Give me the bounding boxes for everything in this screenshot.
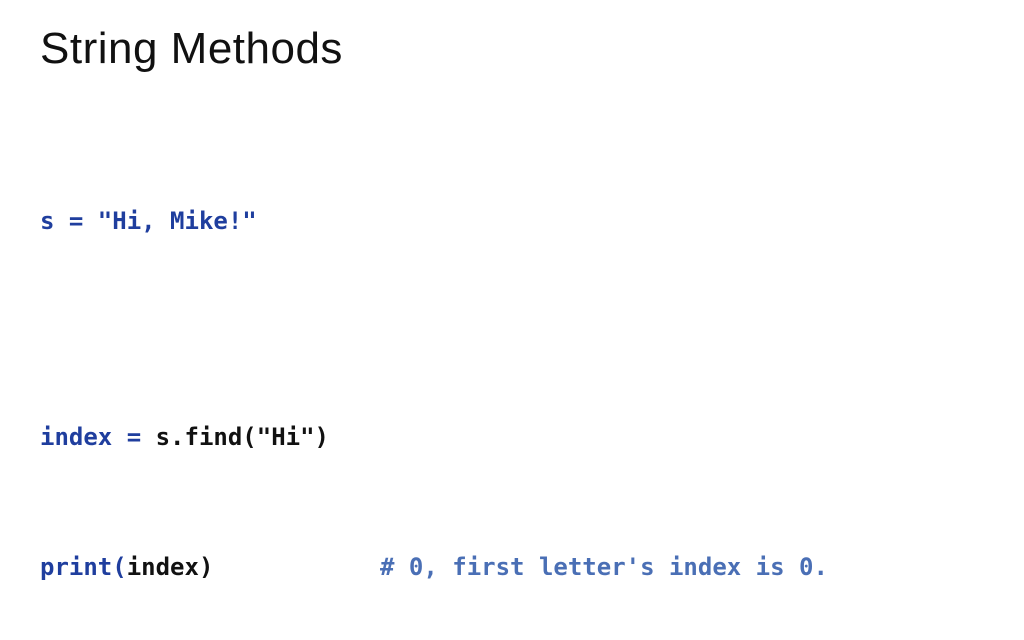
code-block: s = "Hi, Mike!" index = s.find("Hi") pri… (40, 114, 984, 640)
code-keyword: print( (40, 553, 127, 581)
code-text: index) (127, 553, 214, 581)
slide: String Methods s = "Hi, Mike!" index = s… (0, 0, 1024, 640)
code-keyword: s = "Hi, Mike!" (40, 207, 257, 235)
code-comment: # 0, first letter's index is 0. (380, 553, 828, 581)
code-text: s.find("Hi") (156, 423, 329, 451)
code-line: print(index) # 0, first letter's index is… (40, 546, 984, 589)
code-line: index = s.find("Hi") (40, 416, 984, 459)
slide-title: String Methods (40, 24, 984, 74)
code-line: s = "Hi, Mike!" (40, 200, 984, 243)
code-keyword: index = (40, 423, 156, 451)
